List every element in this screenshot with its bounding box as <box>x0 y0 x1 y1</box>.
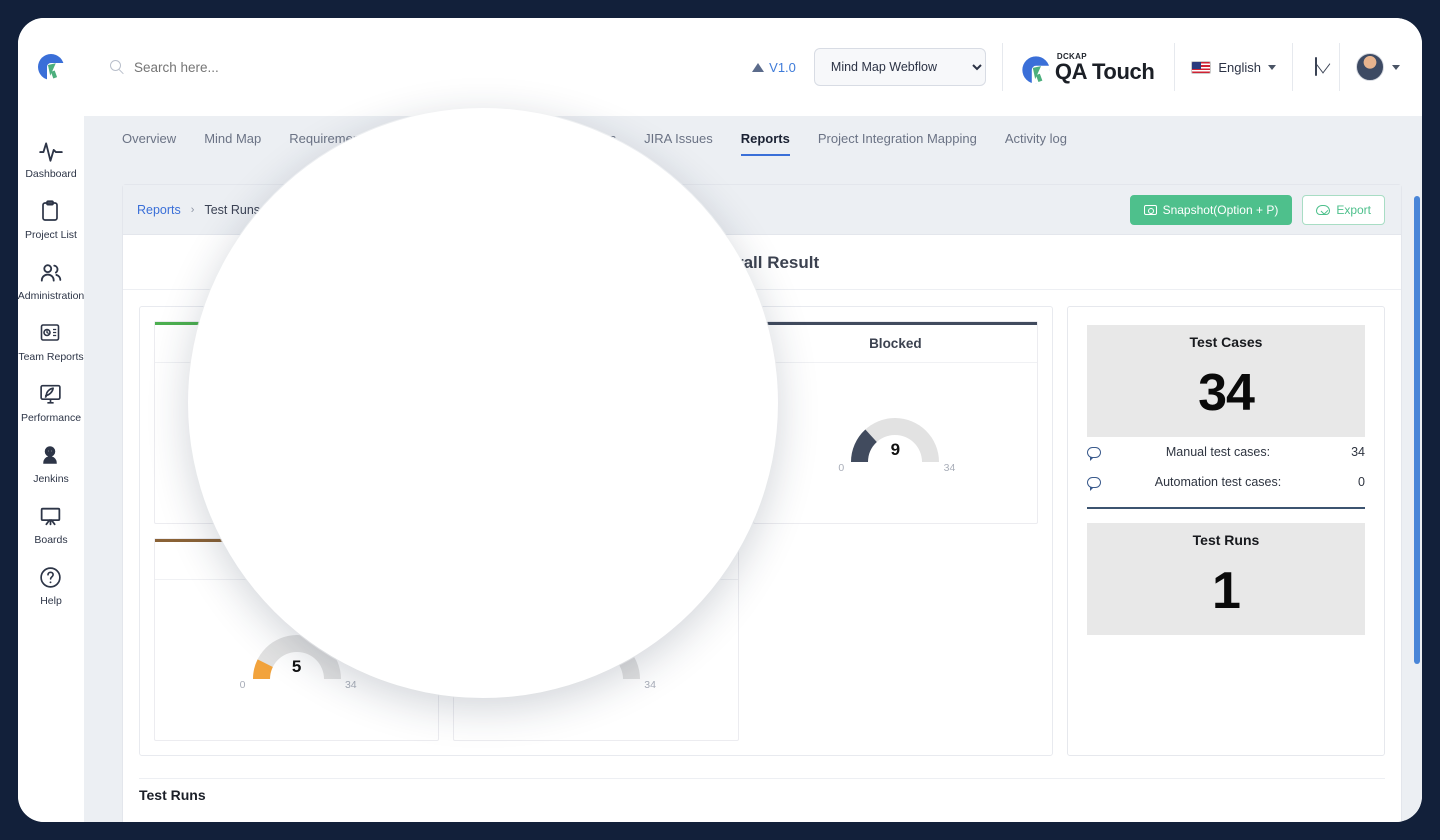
jenkins-icon <box>38 443 64 469</box>
pulse-icon <box>38 138 64 164</box>
search-icon <box>110 59 125 75</box>
sidebar-item-help[interactable]: Help <box>18 565 84 607</box>
user-menu[interactable] <box>1356 53 1422 81</box>
avatar <box>1356 53 1384 81</box>
divider <box>1174 43 1176 91</box>
summary-row-value: 34 <box>1351 445 1365 459</box>
breadcrumb-separator: › <box>190 203 195 216</box>
tab-jira-issues[interactable]: JIRA Issues <box>644 131 713 148</box>
gauge-max-label: 34 <box>644 679 656 691</box>
clipboard-icon <box>38 199 64 225</box>
users-icon <box>38 260 64 286</box>
sidebar-item-label: Jenkins <box>33 473 69 485</box>
sidebar-item-administration[interactable]: Administration <box>18 260 84 302</box>
summary-panel: Test Cases 34 Manual test cases: 34 Automa… <box>1067 306 1385 756</box>
gauge-blocked: 9 0 34 <box>831 400 959 476</box>
sidebar-item-label: Dashboard <box>25 168 77 180</box>
qa-touch-mark-icon <box>1022 55 1050 84</box>
flag-us-icon <box>1191 60 1212 74</box>
gauge-max-label: 34 <box>943 462 956 474</box>
app-window: V1.0 Mind Map Webflow DCKAP QA Touch Eng… <box>18 18 1422 822</box>
report-icon <box>38 321 64 347</box>
gauge-min-label: 0 <box>239 679 246 691</box>
summary-row-label: Automation test cases: <box>1154 475 1282 489</box>
version-label: V1.0 <box>769 59 796 75</box>
mail-button[interactable] <box>1309 57 1323 76</box>
sidebar-item-label: Administration <box>18 290 85 302</box>
project-select[interactable]: Mind Map Webflow <box>813 48 986 86</box>
mail-icon <box>1315 57 1317 76</box>
snapshot-label: Snapshot(Option + P) <box>1162 202 1279 217</box>
breadcrumb-root[interactable]: Reports <box>137 203 181 217</box>
sidebar-item-label: Team Reports <box>18 351 84 363</box>
sidebar-item-label: Performance <box>20 412 82 424</box>
divider <box>1292 43 1293 91</box>
test-runs-title: Test Runs <box>1087 523 1365 557</box>
gauge-max-label: 34 <box>344 679 357 691</box>
question-circle-icon <box>38 565 64 591</box>
search-box[interactable] <box>110 59 374 75</box>
magnifier-lens: V1.0 Mind Map Webflow DCKAP QA Touch Eng… <box>188 108 778 698</box>
sidebar-item-dashboard[interactable]: Dashboard <box>18 138 84 180</box>
sidebar-item-boards[interactable]: Boards <box>18 504 84 546</box>
tab-project-integration-mapping[interactable]: Project Integration Mapping <box>818 131 977 148</box>
divider <box>1087 507 1365 509</box>
summary-row-label: Manual test cases: <box>1165 445 1271 459</box>
language-switcher[interactable]: English <box>1191 60 1276 75</box>
sidebar-item-performance[interactable]: Performance <box>18 382 84 424</box>
divider <box>1001 43 1003 91</box>
export-label: Export <box>1336 202 1371 217</box>
tab-activity-log[interactable]: Activity log <box>1005 131 1067 148</box>
camera-icon <box>1143 204 1157 215</box>
test-runs-section: Test Runs <box>123 756 1401 822</box>
cloud-download-icon <box>1316 204 1331 215</box>
divider <box>1339 43 1340 91</box>
comment-icon <box>1087 446 1101 461</box>
comments-icon <box>1087 476 1101 491</box>
snapshot-button[interactable]: Snapshot(Option + P) <box>1129 194 1293 225</box>
app-logo-icon[interactable] <box>18 54 84 80</box>
summary-row-value: 0 <box>1358 475 1365 489</box>
gauge-min-label: 0 <box>838 462 845 474</box>
sidebar: Dashboard Project List Administration Team … <box>18 116 84 822</box>
tab-mind-map[interactable]: Mind Map <box>204 131 261 148</box>
export-button[interactable]: Export <box>1302 194 1385 225</box>
brand-logo: DCKAP QA Touch <box>1019 52 1158 84</box>
gauge-card-blocked: Blocked 9 0 34 <box>752 321 1038 524</box>
project-nav-tabs: OverviewMind MapRequirementsTest CasesTe… <box>84 116 1422 162</box>
gauge-body: 9 0 34 <box>754 363 1037 513</box>
scrollbar-thumb[interactable] <box>1414 196 1420 664</box>
tab-overview[interactable]: Overview <box>122 131 176 148</box>
summary-row: Automation test cases: 0 <box>1087 467 1365 497</box>
top-bar: V1.0 Mind Map Webflow DCKAP QA Touch Eng… <box>18 18 1422 116</box>
brand-name: QA Touch <box>1054 58 1155 84</box>
gauge-title: Blocked <box>753 325 1037 363</box>
search-input[interactable] <box>134 59 374 75</box>
test-runs-total: 1 <box>1087 557 1365 635</box>
version-icon <box>752 62 765 72</box>
board-icon <box>38 504 64 530</box>
sidebar-item-team-reports[interactable]: Team Reports <box>18 321 84 363</box>
sidebar-item-project-list[interactable]: Project List <box>18 199 84 241</box>
sidebar-item-jenkins[interactable]: Jenkins <box>18 443 84 485</box>
sidebar-item-label: Boards <box>34 534 68 546</box>
test-cases-total: 34 <box>1087 359 1365 437</box>
test-runs-section-title: Test Runs <box>139 778 1385 819</box>
sidebar-item-label: Project List <box>25 229 77 241</box>
chevron-down-icon <box>1392 64 1400 70</box>
gauge-value: 9 <box>890 440 901 459</box>
tab-reports[interactable]: Reports <box>740 131 790 156</box>
chevron-down-icon <box>1268 64 1276 70</box>
rocket-monitor-icon <box>38 382 64 408</box>
summary-row: Manual test cases: 34 <box>1087 437 1365 467</box>
test-cases-title: Test Cases <box>1087 325 1365 359</box>
sidebar-item-label: Help <box>40 595 62 607</box>
version-indicator: V1.0 <box>752 60 796 75</box>
breadcrumb-current: Test Runs <box>204 202 261 217</box>
language-label: English <box>1218 59 1261 75</box>
